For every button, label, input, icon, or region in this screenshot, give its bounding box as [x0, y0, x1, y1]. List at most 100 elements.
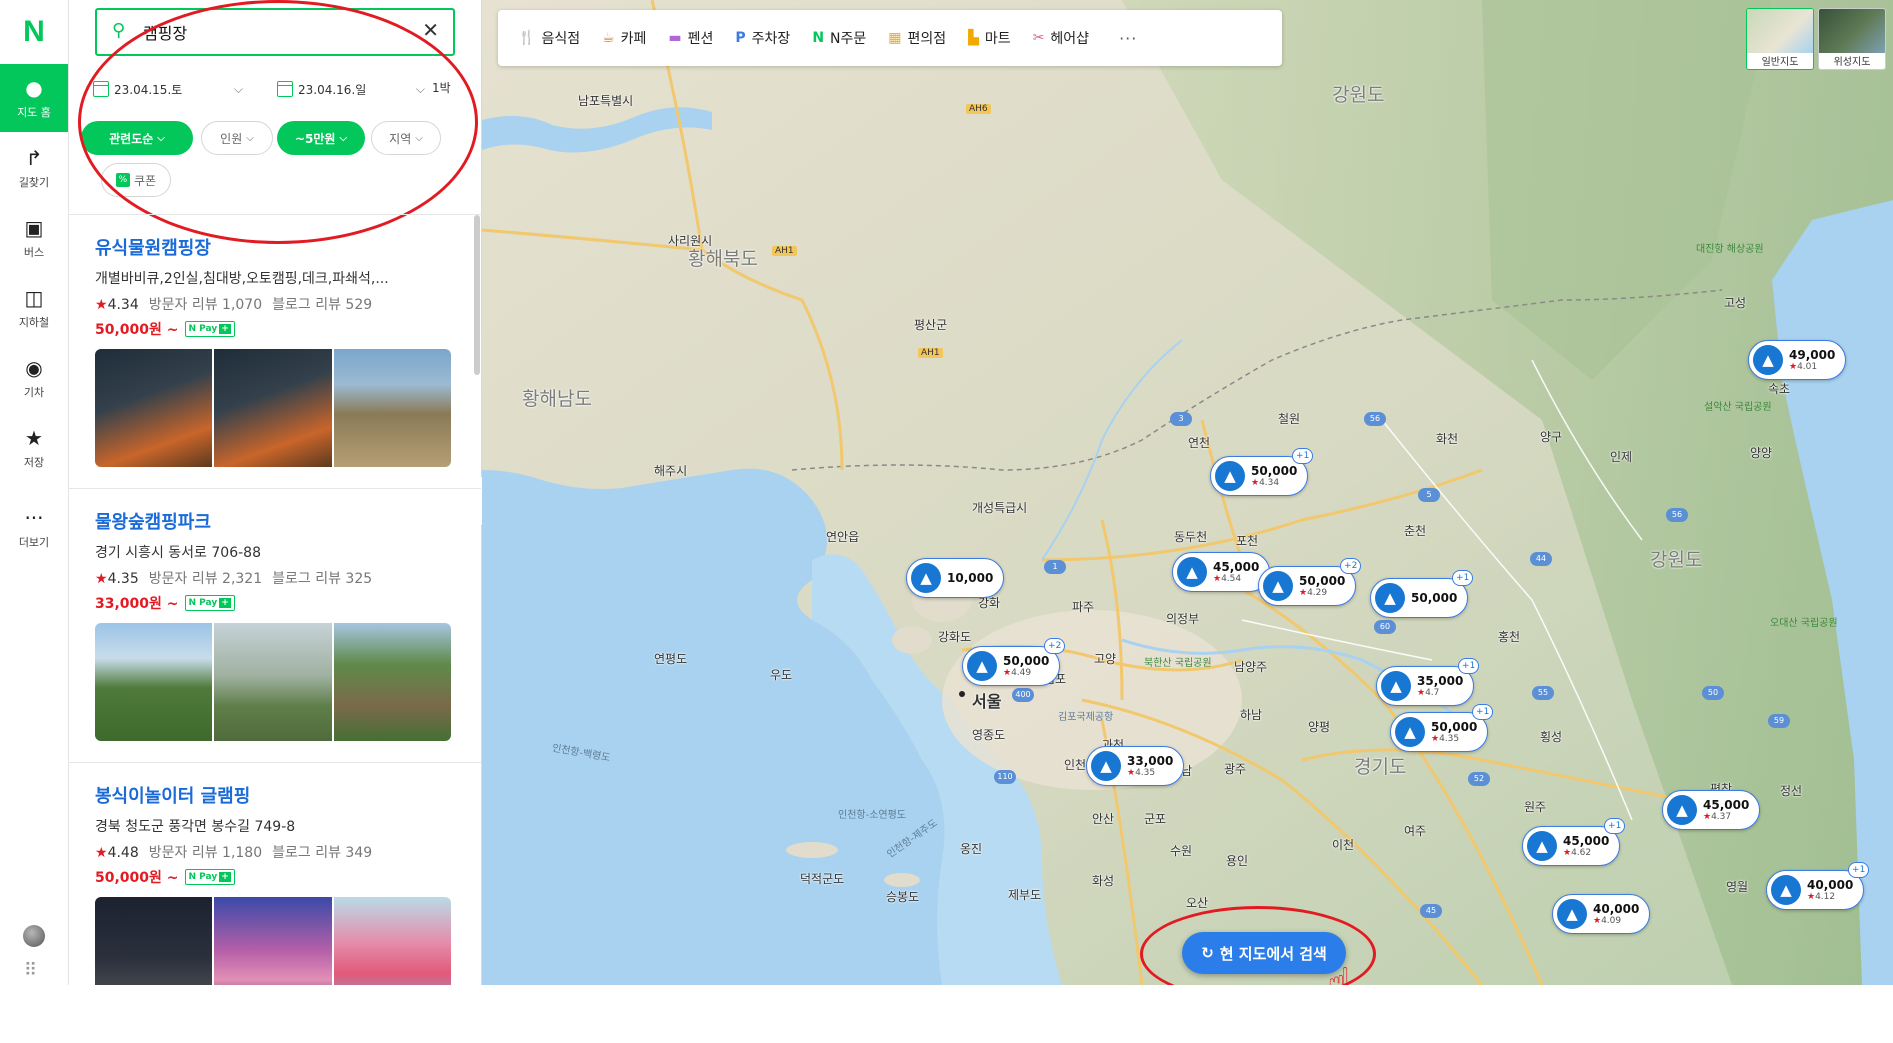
result-name[interactable]: 유식물원캠핑장 — [95, 234, 451, 260]
result-item[interactable]: 물왕숲캠핑파크 경기 시흥시 동서로 706-88 ★4.35 방문자 리뷰 2,… — [95, 508, 451, 741]
apps-grid-icon[interactable]: ⠿ — [24, 960, 37, 981]
map-label: 남양주 — [1234, 660, 1268, 674]
category-cafe[interactable]: ☕ 카페 — [602, 28, 646, 48]
filter-region[interactable]: 지역 ⌵ — [371, 121, 441, 155]
filter-sort[interactable]: 관련도순 ⌵ — [81, 121, 193, 155]
campsite-marker[interactable]: ▲ 45,000 ★4.54 — [1172, 552, 1271, 592]
map-label: 옹진 — [960, 842, 983, 856]
nav-item-train[interactable]: ◉ 기차 — [0, 344, 68, 412]
result-item[interactable]: 유식물원캠핑장 개별바비큐,2인실,침대방,오토캠핑,데크,파쇄석,... ★4… — [95, 234, 451, 467]
filter-price[interactable]: ~5만원 ⌵ — [277, 121, 365, 155]
result-photos[interactable] — [95, 897, 451, 985]
category-mart[interactable]: ▙ 마트 — [968, 28, 1011, 48]
campsite-marker[interactable]: ▲ 45,000 ★4.37 — [1662, 790, 1761, 830]
divider — [69, 762, 481, 763]
tent-icon: ▲ — [1753, 345, 1783, 375]
campsite-marker[interactable]: ▲ 33,000 ★4.35 — [1086, 746, 1185, 786]
map-label: 승봉도 — [886, 890, 920, 904]
result-meta: ★4.35 방문자 리뷰 2,321 블로그 리뷰 325 — [95, 568, 451, 588]
check-out-date[interactable]: 23.04.16.일 ⌵ — [277, 74, 425, 104]
campsite-marker[interactable]: ▲ 45,000 ★4.62 +1 — [1522, 818, 1626, 866]
search-this-area-button[interactable]: ↻ 현 지도에서 검색 — [1182, 932, 1346, 974]
result-photos[interactable] — [95, 623, 451, 741]
photo[interactable] — [214, 349, 332, 467]
more-categories-button[interactable]: ··· — [1119, 29, 1137, 48]
npay-badge: N Pay + — [184, 869, 235, 885]
map-label: 해주시 — [654, 464, 688, 478]
campsite-marker[interactable]: ▲ 50,000 ★4.34 +1 — [1210, 448, 1314, 496]
park-label: 설악산 국립공원 — [1704, 402, 1772, 413]
result-price-row: 50,000원 ~ N Pay + — [95, 867, 451, 887]
tent-icon: ▲ — [1667, 795, 1697, 825]
campsite-marker[interactable]: ▲ 50,000 ★4.49 +2 — [962, 638, 1066, 686]
map-label: 용인 — [1226, 854, 1249, 868]
nav-item-subway[interactable]: ◫ 지하철 — [0, 274, 68, 342]
search-icon: ⚲ — [112, 20, 126, 41]
rating-star-icon: ★ — [95, 845, 108, 861]
campsite-marker[interactable]: ▲ 40,000 ★4.12 +1 — [1766, 862, 1870, 910]
photo[interactable] — [333, 623, 451, 741]
result-item[interactable]: 봉식이놀이터 글램핑 경북 청도군 풍각면 봉수길 749-8 ★4.48 방문자… — [95, 782, 451, 985]
nav-item-directions[interactable]: ↱ 길찾기 — [0, 134, 68, 202]
road-badge: AH6 — [966, 104, 991, 114]
photo[interactable] — [214, 897, 332, 985]
filter-coupon[interactable]: % 쿠폰 — [101, 163, 171, 197]
map-label: 철원 — [1278, 412, 1301, 426]
tent-icon: ▲ — [1375, 583, 1405, 613]
nav-label: 버스 — [23, 245, 45, 259]
campsite-marker[interactable]: ▲ 50,000 +1 — [1370, 570, 1474, 618]
photo[interactable] — [95, 349, 213, 467]
blog-reviews: 블로그 리뷰 349 — [272, 845, 373, 861]
photo[interactable] — [333, 349, 451, 467]
result-name[interactable]: 물왕숲캠핑파크 — [95, 508, 451, 534]
campsite-marker[interactable]: ▲ 35,000 ★4.7 +1 — [1376, 658, 1480, 706]
clear-icon[interactable]: ✕ — [422, 18, 439, 42]
photo[interactable] — [95, 623, 213, 741]
map-label: 연천 — [1188, 436, 1211, 450]
result-photos[interactable] — [95, 349, 451, 467]
map-canvas[interactable]: 강원도 황해북도 황해남도 강원도 경기도 남포특별시 사리원시 평산군 해주시… — [482, 0, 1893, 985]
map-label: 황해남도 — [522, 388, 592, 410]
map-label: 동두천 — [1174, 530, 1208, 544]
filter-people[interactable]: 인원 ⌵ — [201, 121, 273, 155]
map-type-satellite[interactable]: 위성지도 — [1818, 8, 1886, 70]
category-convenience-store[interactable]: ▦ 편의점 — [888, 28, 946, 48]
category-restaurant[interactable]: 🍴 음식점 — [518, 28, 580, 48]
campsite-marker[interactable]: ▲ 50,000 ★4.35 +1 — [1390, 704, 1494, 752]
map-type-normal[interactable]: 일반지도 — [1746, 8, 1814, 70]
visitor-reviews: 방문자 리뷰 1,070 — [148, 297, 263, 313]
photo[interactable] — [214, 623, 332, 741]
map-label: 경기도 — [1354, 756, 1407, 778]
check-in-date[interactable]: 23.04.15.토 ⌵ — [93, 74, 243, 104]
search-panel: ⚲ ✕ 23.04.15.토 ⌵ 23.04.16.일 ⌵ 1박 관련도순⌵ 인… — [69, 0, 482, 985]
blog-reviews: 블로그 리뷰 325 — [272, 571, 373, 587]
refresh-icon: ↻ — [1201, 944, 1214, 962]
result-name[interactable]: 봉식이놀이터 글램핑 — [95, 782, 451, 808]
campsite-marker[interactable]: ▲ 49,000 ★4.01 — [1748, 340, 1847, 380]
campsite-marker[interactable]: ▲ 40,000 ★4.09 — [1552, 894, 1651, 934]
category-pension[interactable]: ▬ 펜션 — [668, 28, 713, 48]
tent-icon: ▲ — [1395, 717, 1425, 747]
category-parking[interactable]: P 주차장 — [735, 28, 790, 48]
tent-icon: ▲ — [1177, 557, 1207, 587]
photo[interactable] — [333, 897, 451, 985]
campsite-marker[interactable]: ▲ 10,000 — [906, 558, 1005, 598]
coupon-icon: % — [115, 173, 130, 187]
avatar[interactable] — [23, 925, 45, 947]
nav-item-map-home[interactable]: ● 지도 홈 — [0, 64, 68, 132]
divider — [69, 214, 481, 215]
photo[interactable] — [95, 897, 213, 985]
naver-logo[interactable]: N — [0, 0, 68, 64]
search-input[interactable] — [141, 19, 405, 45]
map-pin-icon: ● — [25, 75, 43, 100]
nav-item-more[interactable]: ··· 더보기 — [0, 494, 68, 562]
map-label: 개성특급시 — [972, 501, 1028, 515]
panel-scrollbar[interactable] — [474, 215, 480, 375]
campsite-marker[interactable]: ▲ 50,000 ★4.29 +2 — [1258, 558, 1362, 606]
calendar-icon — [93, 81, 109, 97]
category-hair-salon[interactable]: ✂ 헤어샵 — [1033, 28, 1089, 48]
pointer-hand-icon: ☝ — [1327, 960, 1352, 985]
category-n-order[interactable]: N N주문 — [812, 28, 866, 48]
nav-item-saved[interactable]: ★ 저장 — [0, 414, 68, 482]
nav-item-bus[interactable]: ▣ 버스 — [0, 204, 68, 272]
